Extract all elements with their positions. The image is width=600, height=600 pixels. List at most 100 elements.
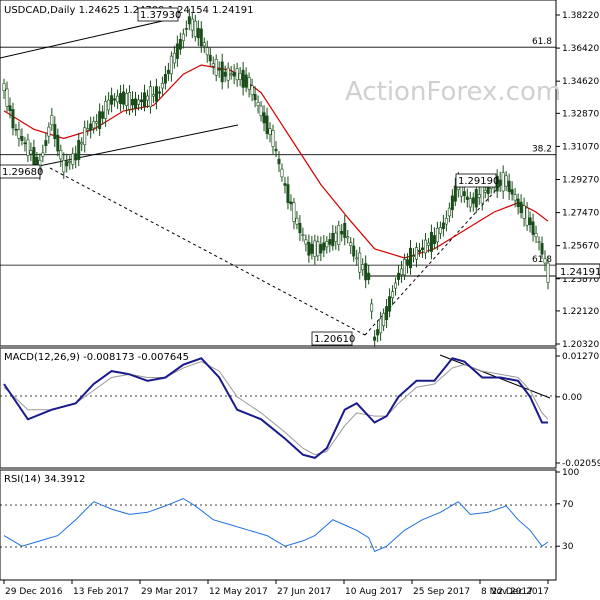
price-bar-body	[271, 130, 275, 147]
price-bar-body	[56, 134, 60, 152]
macd-panel	[0, 347, 557, 469]
price-bar-body	[169, 55, 173, 75]
price-bar-body	[373, 336, 377, 341]
rsi-tick-label: 100	[562, 468, 579, 478]
price-bar-body	[280, 168, 284, 178]
macd-tick-label: 0.012707	[562, 352, 600, 362]
x-tick-label: 29 Dec 2016	[5, 587, 63, 597]
price-bar-body	[205, 47, 209, 56]
price-bar-body	[193, 20, 197, 37]
price-bar-body	[361, 264, 365, 271]
price-bar-body	[95, 121, 99, 124]
price-label-text: 1.29680	[2, 167, 43, 178]
price-bar-body	[101, 111, 105, 119]
fib-level-label: 61.8	[532, 37, 552, 47]
price-bar-body	[310, 243, 314, 254]
price-bar-body	[77, 140, 81, 160]
macd-header: MACD(12,26,9) -0.008173 -0.007645	[4, 352, 189, 363]
price-bar-body	[531, 221, 535, 235]
price-bar-body	[32, 147, 36, 167]
price-bar-body	[313, 240, 317, 257]
price-bar-body	[232, 71, 236, 77]
price-bar-body	[513, 194, 517, 201]
price-bar-body	[256, 102, 260, 106]
price-bar-body	[316, 241, 320, 257]
price-bar-body	[181, 33, 185, 42]
price-panel	[0, 0, 557, 347]
price-bar-body	[504, 175, 508, 187]
price-bar-body	[420, 247, 424, 251]
price-bar-body	[53, 124, 57, 140]
price-bar-body	[65, 161, 69, 167]
price-bar-body	[391, 291, 395, 299]
price-bar-body	[283, 183, 287, 186]
price-bar-body	[435, 227, 439, 243]
price-bar-body	[367, 272, 371, 280]
x-tick-label: 13 Feb 2017	[73, 587, 129, 597]
price-bar-body	[298, 223, 302, 234]
price-bar-body	[151, 94, 155, 97]
price-bar-body	[157, 91, 161, 94]
price-bar-body	[20, 136, 24, 141]
price-label-text: 1.37930	[140, 10, 181, 21]
price-bar-body	[211, 63, 215, 67]
price-tick-label: 1.25670	[562, 242, 599, 252]
price-bar-body	[477, 194, 481, 198]
macd-axis: 0.0127070.00-0.020595	[556, 352, 600, 469]
price-bar-body	[2, 83, 6, 92]
price-bar-body	[217, 68, 221, 71]
price-bar-body	[441, 222, 445, 230]
price-bar-body	[214, 58, 218, 76]
price-tick-label: 1.20320	[562, 340, 599, 350]
x-tick-label: 22 Dec 2017	[492, 587, 550, 597]
price-bar-body	[98, 111, 102, 130]
price-bar-body	[534, 232, 538, 238]
price-bar-body	[417, 249, 421, 253]
price-axis: 1.38220 1.36420 1.34620 1.32870 1.31070 1.292…	[556, 11, 599, 350]
price-bar-body	[358, 252, 362, 273]
price-bar-body	[379, 318, 383, 334]
price-bar-body	[370, 303, 374, 312]
price-bar-body	[172, 52, 176, 64]
price-bar-body	[340, 230, 344, 235]
price-bar-body	[325, 241, 329, 248]
price-bar-body	[453, 185, 457, 202]
price-bar-body	[409, 247, 413, 269]
x-tick-label: 25 Sep 2017	[413, 587, 470, 597]
price-bar-body	[394, 282, 398, 289]
x-tick-label: 12 May 2017	[209, 587, 268, 597]
price-bar-body	[262, 112, 266, 124]
rsi-panel	[0, 469, 557, 581]
price-bar-body	[229, 73, 233, 76]
price-bar-body	[86, 128, 90, 131]
price-bar-body	[137, 99, 141, 105]
price-bar-body	[29, 150, 33, 155]
price-tick-label: 1.38220	[562, 11, 599, 21]
price-bar-body	[307, 241, 311, 256]
price-bar-body	[468, 198, 472, 208]
price-bar-body	[322, 242, 326, 251]
price-bar-body	[241, 69, 245, 88]
price-bar-body	[334, 232, 338, 242]
price-bar-body	[346, 236, 350, 239]
price-bar-body	[397, 272, 401, 280]
price-bar-body	[223, 71, 227, 77]
price-bar-body	[522, 205, 526, 219]
price-bar-body	[119, 93, 123, 105]
price-bar-body	[208, 54, 212, 62]
price-bar-body	[80, 142, 84, 145]
price-bar-body	[406, 259, 410, 266]
price-bar-body	[253, 94, 257, 101]
x-tick-label: 10 Aug 2017	[345, 587, 403, 597]
price-bar-body	[113, 98, 117, 101]
price-bar-body	[426, 242, 430, 246]
price-bar-body	[125, 93, 129, 106]
price-bar-body	[510, 189, 514, 195]
price-bar-body	[62, 159, 66, 173]
price-tick-label: 1.32870	[562, 109, 599, 119]
price-bar-body	[247, 77, 251, 90]
price-bar-body	[444, 218, 448, 225]
price-bar-body	[331, 233, 335, 247]
price-bar-body	[145, 95, 149, 101]
price-bar-body	[41, 152, 45, 157]
